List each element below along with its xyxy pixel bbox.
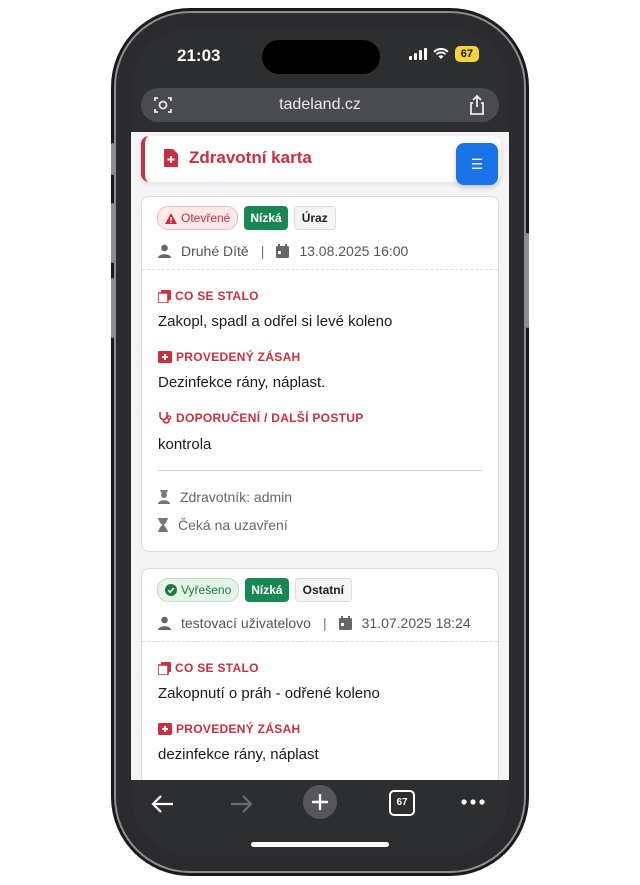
- severity-badge: Nízká: [244, 206, 288, 230]
- category-badge: Úraz: [293, 206, 336, 230]
- status-time: 21:03: [177, 46, 221, 65]
- dashed-divider: [142, 269, 498, 270]
- meta-row: testovací uživatelovo | 31.07.2025 18:24: [158, 615, 471, 631]
- action-button: [111, 143, 114, 175]
- tab-count-button[interactable]: 67: [389, 790, 415, 816]
- incident-card: Otevřené Nízká Úraz Druhé Dítě | 13.08.2…: [141, 196, 499, 552]
- web-content: Zdravotní karta ☰ Otevřené Nízká Úraz Dr…: [131, 132, 509, 780]
- what-happened-text: Zakopnutí o práh - odřené koleno: [158, 685, 380, 702]
- share-icon[interactable]: [467, 94, 487, 116]
- state-row: Čeká na uzavření: [158, 517, 288, 533]
- url-text[interactable]: tadeland.cz: [141, 96, 499, 114]
- badge-row: Otevřené Nízká Úraz: [157, 206, 336, 230]
- forward-arrow-icon[interactable]: [229, 794, 253, 814]
- status-badge: Otevřené: [157, 206, 239, 230]
- divider: [158, 470, 482, 471]
- battery-level: 67: [454, 46, 479, 62]
- menu-button[interactable]: ☰: [456, 143, 498, 185]
- plus-icon: [312, 794, 328, 810]
- address-bar[interactable]: tadeland.cz: [141, 88, 499, 122]
- notes-icon: [158, 289, 171, 303]
- incident-datetime: 31.07.2025 18:24: [361, 615, 471, 631]
- phone-frame: 21:03 67 tadeland.cz Zdravotní karta ☰ O…: [111, 13, 529, 871]
- badge-row: Vyřešeno Nízká Ostatní: [157, 578, 352, 602]
- nurse-icon: [158, 490, 170, 504]
- home-indicator: [251, 842, 389, 847]
- user-icon: [158, 616, 171, 630]
- back-arrow-icon[interactable]: [151, 794, 175, 814]
- hourglass-icon: [158, 518, 168, 532]
- more-icon[interactable]: [461, 799, 485, 805]
- new-tab-button[interactable]: [303, 785, 337, 819]
- screen: 21:03 67 tadeland.cz Zdravotní karta ☰ O…: [131, 28, 509, 856]
- meta-row: Druhé Dítě | 13.08.2025 16:00: [158, 243, 408, 259]
- incident-card: Vyřešeno Nízká Ostatní testovací uživate…: [141, 568, 499, 780]
- signal-icon: [408, 48, 427, 60]
- first-aid-icon: [158, 351, 172, 363]
- action-text: Dezinfekce rány, náplast.: [158, 374, 326, 391]
- volume-down-button: [111, 278, 114, 338]
- what-happened-text: Zakopl, spadl a odřel si levé koleno: [158, 313, 393, 330]
- person-name: Druhé Dítě: [181, 243, 249, 259]
- incident-datetime: 13.08.2025 16:00: [299, 243, 409, 259]
- category-badge: Ostatní: [294, 578, 352, 602]
- notes-icon: [158, 661, 171, 675]
- status-icons: 67: [408, 46, 479, 62]
- recommendation-text: kontrola: [158, 436, 212, 453]
- separator: |: [260, 243, 265, 259]
- calendar-icon: [338, 616, 352, 630]
- wifi-icon: [433, 48, 449, 59]
- first-aid-icon: [158, 723, 172, 735]
- power-button: [526, 233, 529, 328]
- page-title: Zdravotní karta: [189, 148, 312, 167]
- dashed-divider: [142, 641, 498, 642]
- action-label: PROVEDENÝ ZÁSAH: [158, 350, 301, 364]
- check-circle-icon: [165, 584, 177, 596]
- severity-badge: Nízká: [245, 578, 289, 602]
- dynamic-island: [262, 40, 380, 74]
- action-label: PROVEDENÝ ZÁSAH: [158, 722, 301, 736]
- calendar-icon: [276, 244, 290, 258]
- action-text: dezinfekce rány, náplast: [158, 746, 319, 763]
- what-happened-label: CO SE STALO: [158, 661, 259, 675]
- status-badge: Vyřešeno: [157, 578, 240, 602]
- user-icon: [158, 244, 171, 258]
- stethoscope-icon: [159, 412, 172, 424]
- recommendation-label: DOPORUČENÍ / DALŠÍ POSTUP: [158, 411, 364, 425]
- warning-icon: [165, 212, 177, 224]
- separator: |: [322, 615, 327, 631]
- what-happened-label: CO SE STALO: [158, 289, 259, 303]
- medic-row: Zdravotník: admin: [158, 489, 292, 505]
- page-header: Zdravotní karta: [141, 136, 501, 182]
- volume-up-button: [111, 203, 114, 263]
- medical-file-icon: [164, 149, 178, 167]
- person-name: testovací uživatelovo: [181, 615, 311, 631]
- menu-icon: ☰: [470, 156, 484, 172]
